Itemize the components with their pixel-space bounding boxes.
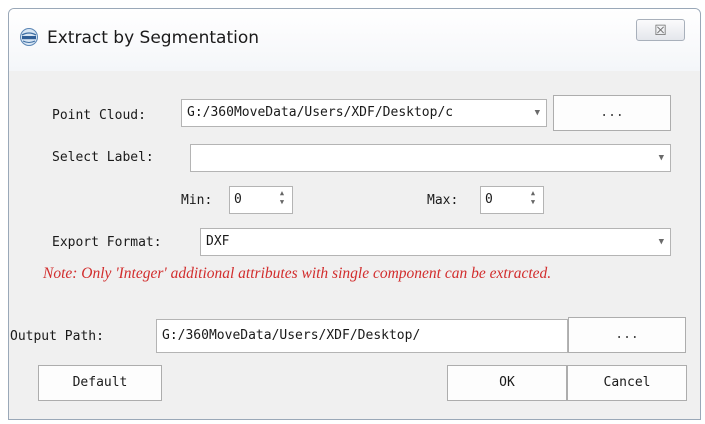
- spin-arrows-icon[interactable]: ▲ ▼: [278, 189, 286, 207]
- max-label: Max:: [427, 193, 459, 208]
- chevron-down-icon: ▼: [658, 153, 664, 163]
- export-format-dropdown[interactable]: DXF ▼: [200, 228, 671, 256]
- select-label-dropdown[interactable]: ▼: [190, 144, 671, 172]
- output-path-label: Output Path:: [10, 329, 104, 344]
- output-path-value: G:/360MoveData/Users/XDF/Desktop/: [162, 328, 421, 343]
- output-path-input[interactable]: G:/360MoveData/Users/XDF/Desktop/: [156, 319, 568, 353]
- spin-arrows-icon[interactable]: ▲ ▼: [529, 189, 537, 207]
- app-globe-icon: [20, 28, 38, 46]
- max-value: 0: [485, 192, 493, 207]
- title-bar[interactable]: Extract by Segmentation ☒: [9, 9, 700, 71]
- dialog-window: Extract by Segmentation ☒ Point Cloud: G…: [8, 8, 701, 420]
- point-cloud-value: G:/360MoveData/Users/XDF/Desktop/c: [187, 105, 454, 120]
- output-path-browse-button[interactable]: ...: [568, 317, 686, 353]
- min-spinbox[interactable]: 0 ▲ ▼: [229, 186, 293, 214]
- cancel-button[interactable]: Cancel: [567, 365, 687, 401]
- export-format-label: Export Format:: [52, 235, 162, 250]
- ok-button[interactable]: OK: [447, 365, 567, 401]
- chevron-down-icon: ▼: [658, 237, 664, 247]
- select-label-label: Select Label:: [52, 150, 154, 165]
- export-format-value: DXF: [206, 234, 230, 249]
- default-button[interactable]: Default: [38, 365, 162, 401]
- min-value: 0: [234, 192, 242, 207]
- note-text: Note: Only 'Integer' additional attribut…: [43, 265, 552, 282]
- dialog-title: Extract by Segmentation: [47, 28, 260, 48]
- point-cloud-browse-button[interactable]: ...: [553, 95, 671, 131]
- chevron-down-icon: ▼: [534, 108, 540, 118]
- close-icon: ☒: [654, 23, 667, 39]
- close-button[interactable]: ☒: [636, 19, 685, 41]
- max-spinbox[interactable]: 0 ▲ ▼: [480, 186, 544, 214]
- point-cloud-select[interactable]: G:/360MoveData/Users/XDF/Desktop/c ▼: [181, 99, 547, 127]
- point-cloud-label: Point Cloud:: [52, 108, 146, 123]
- min-label: Min:: [181, 193, 213, 208]
